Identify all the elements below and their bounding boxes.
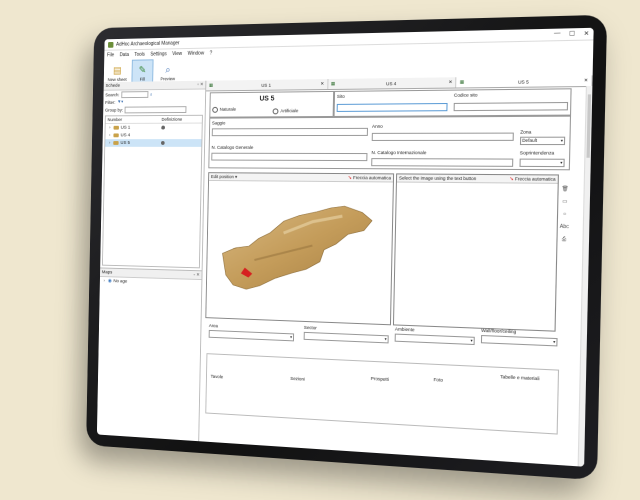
- close-tab-icon[interactable]: ✕: [584, 78, 588, 84]
- radio-naturale[interactable]: Naturale: [212, 106, 236, 113]
- search-input[interactable]: [121, 90, 149, 98]
- circle-icon[interactable]: ○: [563, 211, 566, 217]
- anno-input[interactable]: [371, 132, 514, 141]
- catalogo-generale-input[interactable]: [211, 152, 368, 162]
- soprintendenza-select[interactable]: ▾: [519, 158, 565, 168]
- menu-help[interactable]: ?: [210, 50, 213, 56]
- status-dot-icon: [160, 141, 165, 145]
- preview-icon: ⌕: [165, 64, 171, 76]
- folder-open-icon[interactable]: ▭: [562, 199, 567, 205]
- artifact-image: [216, 202, 382, 295]
- text-tool-icon[interactable]: Abc: [560, 224, 569, 230]
- chevron-down-icon: ▾: [553, 338, 556, 345]
- menu-view[interactable]: View: [172, 51, 182, 57]
- search-icon[interactable]: ⌕: [150, 92, 152, 97]
- close-tab-icon[interactable]: ✕: [320, 81, 324, 87]
- scrollbar-thumb[interactable]: [586, 94, 592, 158]
- left-image-panel: Edit position ▾ ➘Freccia automatica: [205, 172, 395, 326]
- attachments-box: Tavole Sezioni Prospetti Foto Tabelle e …: [205, 353, 560, 435]
- menu-window[interactable]: Window: [188, 50, 205, 56]
- maps-panel: Maps ▫ ✕ › ◉ No age: [96, 267, 202, 442]
- right-image-panel: Select the image using the text button ➘…: [392, 173, 569, 332]
- maps-item-no-age[interactable]: › ◉ No age: [100, 277, 202, 288]
- fill-button[interactable]: ✎ Fill: [131, 59, 154, 83]
- sito-input[interactable]: [336, 102, 448, 112]
- editor-area: ▦ US 1 ✕ ▦ US 4 ✕ ▦ US 5 ✕ US 5 Naturale…: [199, 75, 593, 467]
- main-area: Schede ▫ ✕ Search: ⌕ Filter: ▼▾ Group by…: [96, 75, 593, 467]
- chevron-down-icon: ▾: [384, 336, 387, 342]
- trash-icon[interactable]: 🗑: [562, 186, 569, 192]
- print-icon[interactable]: ⎙: [562, 236, 566, 242]
- tree-item-us5[interactable]: › US 5: [105, 139, 202, 147]
- record-form: US 5 Naturale Artificiale Sito Codice si…: [203, 88, 584, 466]
- red-arrow-icon: ➘: [509, 175, 514, 182]
- right-image-toolbar: Select the image using the text button ➘…: [396, 174, 558, 184]
- wall-layer-select[interactable]: ▾: [480, 335, 558, 347]
- tab-us5[interactable]: ▦ US 5 ✕: [456, 75, 593, 88]
- folder-icon: [113, 125, 119, 130]
- preview-button[interactable]: ⌕ Preview: [157, 59, 179, 83]
- panel-float-close-icon[interactable]: ▫ ✕: [194, 272, 200, 278]
- menu-settings[interactable]: Settings: [150, 51, 167, 57]
- window-title: AdHoc Archaeological Manager: [116, 39, 180, 48]
- close-button[interactable]: ✕: [584, 30, 590, 37]
- globe-icon: ◉: [107, 278, 112, 284]
- record-header-box: US 5 Naturale Artificiale: [209, 90, 335, 118]
- folder-icon: [113, 141, 119, 145]
- codice-sito-input[interactable]: [453, 101, 569, 112]
- tree-item-us4[interactable]: › US 4: [105, 131, 201, 139]
- group-by-select[interactable]: [124, 105, 187, 113]
- zona-select[interactable]: Default ▾: [519, 136, 566, 146]
- panel-float-close-icon[interactable]: ▫ ✕: [197, 82, 203, 88]
- new-sheet-icon: ▤: [113, 65, 122, 77]
- menu-file[interactable]: File: [107, 52, 114, 58]
- sheet-tree: Number Definizione › US 1 › US 4 › US 5: [101, 114, 203, 269]
- menu-tools[interactable]: Tools: [134, 51, 145, 57]
- radio-icon[interactable]: [212, 106, 218, 113]
- edit-position-button[interactable]: Edit position ▾: [211, 174, 237, 180]
- filter-icon[interactable]: ▼▾: [117, 99, 123, 105]
- group-by-row: Group by:: [103, 105, 205, 113]
- tab-us1[interactable]: ▦ US 1 ✕: [206, 79, 329, 91]
- minimize-button[interactable]: —: [554, 31, 561, 38]
- menu-data[interactable]: Data: [119, 52, 129, 58]
- left-image-toolbar: Edit position ▾ ➘Freccia automatica: [209, 173, 394, 183]
- folder-icon: [113, 133, 119, 138]
- left-panel: Schede ▫ ✕ Search: ⌕ Filter: ▼▾ Group by…: [96, 80, 207, 442]
- maximize-button[interactable]: ☐: [569, 30, 575, 37]
- monitor-mockup: AdHoc Archaeological Manager — ☐ ✕ File …: [0, 0, 640, 500]
- chevron-down-icon: ▾: [560, 159, 563, 166]
- monitor-bezel: AdHoc Archaeological Manager — ☐ ✕ File …: [86, 14, 608, 481]
- close-tab-icon[interactable]: ✕: [448, 79, 452, 85]
- saggio-input[interactable]: [211, 127, 368, 137]
- chevron-down-icon: ▾: [470, 337, 473, 343]
- site-box: Sito Codice sito: [333, 88, 572, 117]
- pencil-icon: ✎: [138, 65, 147, 76]
- radio-icon[interactable]: [272, 108, 279, 115]
- auto-arrow-button[interactable]: ➘Freccia automatica: [348, 175, 391, 181]
- record-title: US 5: [259, 95, 275, 103]
- ambiente-select[interactable]: ▾: [394, 333, 475, 346]
- image-side-tools: 🗑 ▭ ○ Abc ⎙: [560, 186, 570, 243]
- app-window: AdHoc Archaeological Manager — ☐ ✕ File …: [96, 27, 594, 467]
- chevron-down-icon: ▾: [290, 334, 293, 340]
- app-logo-icon: [108, 41, 114, 48]
- new-sheet-button[interactable]: ▤ New sheet: [106, 60, 128, 83]
- catalog-box: Saggio Anno Zona Default ▾ N. Catalogo Ge…: [208, 115, 572, 171]
- area-select[interactable]: ▾: [208, 329, 295, 342]
- sector-select[interactable]: ▾: [303, 331, 389, 344]
- catalogo-internazionale-input[interactable]: [371, 158, 514, 167]
- radio-artificiale[interactable]: Artificiale: [272, 108, 299, 115]
- tab-us4[interactable]: ▦ US 4 ✕: [327, 77, 457, 90]
- red-arrow-icon: ➘: [347, 174, 353, 181]
- auto-arrow-button-right[interactable]: ➘Freccia automatica: [509, 176, 555, 183]
- chevron-down-icon: ▾: [560, 137, 563, 143]
- status-dot-icon: [161, 125, 165, 130]
